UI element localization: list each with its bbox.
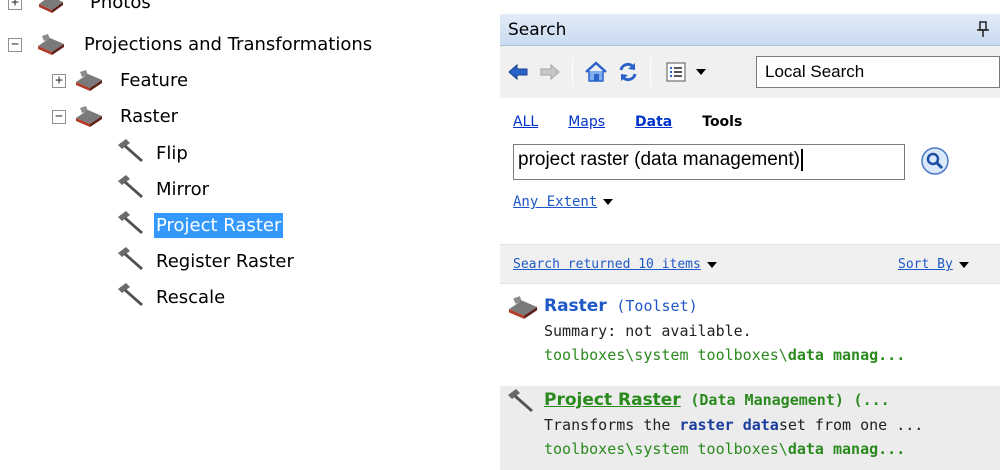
filter-data[interactable]: Data [635,114,672,130]
result-title-line: Raster (Toolset) [544,296,698,316]
result-item[interactable]: Raster (Toolset) Summary: not available.… [500,292,1000,380]
result-kind: (Data Management) [690,391,844,409]
home-button[interactable] [582,57,610,87]
chevron-down-icon [958,261,969,268]
toolbar-separator [572,58,573,86]
toolbox-icon [74,104,104,133]
search-query-text: project raster (data management) [518,149,800,171]
tree-item-label: Photos [90,0,151,13]
tree-item-label: Projections and Transformations [84,34,373,55]
tree-item-project-raster[interactable]: Project Raster [116,210,284,241]
tree-item-flip[interactable]: Flip [116,138,190,168]
result-path-bold: data manag... [787,346,906,364]
hammer-icon [116,138,146,169]
tree-item-register-raster[interactable]: Register Raster [116,246,296,276]
search-input[interactable]: project raster (data management) [513,144,905,180]
extent-dropdown[interactable]: Any Extent [513,194,614,210]
forward-button[interactable] [538,57,562,87]
hammer-icon [506,388,540,414]
toolbox-icon [74,68,104,97]
expand-icon[interactable]: + [52,74,66,88]
result-kind-tail: (... [853,391,890,409]
filter-tools[interactable]: Tools [702,114,742,130]
catalog-tree: + Photos − Projections and Transformatio… [0,0,440,470]
result-summary: Summary: not available. [544,322,752,340]
tree-item-projections-and-transformations[interactable]: − Projections and Transformations [8,30,438,60]
result-item[interactable]: Project Raster (Data Management) (... Tr… [500,386,1000,470]
tree-item-label: Project Raster [154,212,284,238]
results-count-label: Search returned 10 items [513,257,701,272]
search-go-button[interactable] [920,146,950,176]
collapse-icon[interactable]: − [52,110,66,124]
result-path-prefix: toolboxes\system toolboxes\ [544,440,788,458]
tree-item-label: Rescale [156,286,226,308]
tree-item-label: Flip [156,142,188,164]
toolbox-icon [506,294,540,320]
tree-item-label: Raster [120,106,179,127]
search-titlebar[interactable]: Search [500,14,1000,46]
toolbox-icon [36,0,66,19]
result-path-prefix: toolboxes\system toolboxes\ [544,346,788,364]
result-path: toolboxes\system toolboxes\data manag... [544,440,905,458]
result-kind: (Toolset) [616,297,698,315]
hammer-icon [116,174,146,205]
forward-arrow-icon [540,63,560,81]
results-header: Search returned 10 items Sort By [500,244,1000,284]
result-title-line: Project Raster (Data Management) (... [544,390,890,410]
search-panel: ALL Maps Data Tools project raster (data… [500,98,1000,470]
result-title[interactable]: Project Raster [544,390,681,410]
search-scope-dropdown[interactable]: Local Search [756,56,1000,88]
result-summary: Transforms the raster dataset from one .… [544,416,923,434]
result-path-bold: data manag... [787,440,906,458]
summary-highlight: raster [679,416,734,434]
refresh-icon [619,62,637,82]
sort-by-dropdown[interactable]: Sort By [898,257,969,272]
search-window: Search Local Search ALL Maps Data Tools … [500,14,1000,470]
back-button[interactable] [506,57,530,87]
collapse-icon[interactable]: − [8,38,22,52]
pin-icon[interactable] [976,20,990,38]
home-icon [585,61,607,82]
tree-item-label: Register Raster [156,250,294,272]
expand-icon[interactable]: + [8,0,22,10]
summary-text [734,416,743,434]
toolbar-separator [650,58,651,86]
search-icon [921,147,949,175]
refresh-button[interactable] [614,57,642,87]
window-title: Search [508,20,567,40]
summary-text: Transforms the [544,416,680,434]
list-view-icon [666,62,686,82]
search-toolbar: Local Search [500,50,1000,94]
text-caret [800,149,803,171]
sort-by-label: Sort By [898,257,953,272]
hammer-icon [116,210,146,241]
chevron-down-icon [706,261,717,268]
chevron-down-icon [603,199,614,205]
tree-item-mirror[interactable]: Mirror [116,174,211,204]
result-path: toolboxes\system toolboxes\data manag... [544,346,905,364]
extent-label: Any Extent [513,194,598,210]
search-filters: ALL Maps Data Tools [513,114,772,130]
hammer-icon [116,282,146,313]
tree-item-label: Mirror [156,178,210,200]
tree-item-label: Feature [120,70,189,91]
result-title[interactable]: Raster [544,296,607,316]
toolbox-icon [36,32,66,61]
results-count-dropdown[interactable]: Search returned 10 items [513,257,717,272]
summary-highlight: data [742,416,779,434]
back-arrow-icon [508,63,528,81]
hammer-icon [116,246,146,277]
view-options-button[interactable] [660,57,712,87]
filter-all[interactable]: ALL [513,114,538,130]
tree-item-rescale[interactable]: Rescale [116,282,227,312]
filter-maps[interactable]: Maps [568,114,605,130]
summary-text: set from one ... [778,416,924,434]
chevron-down-icon [696,69,706,75]
